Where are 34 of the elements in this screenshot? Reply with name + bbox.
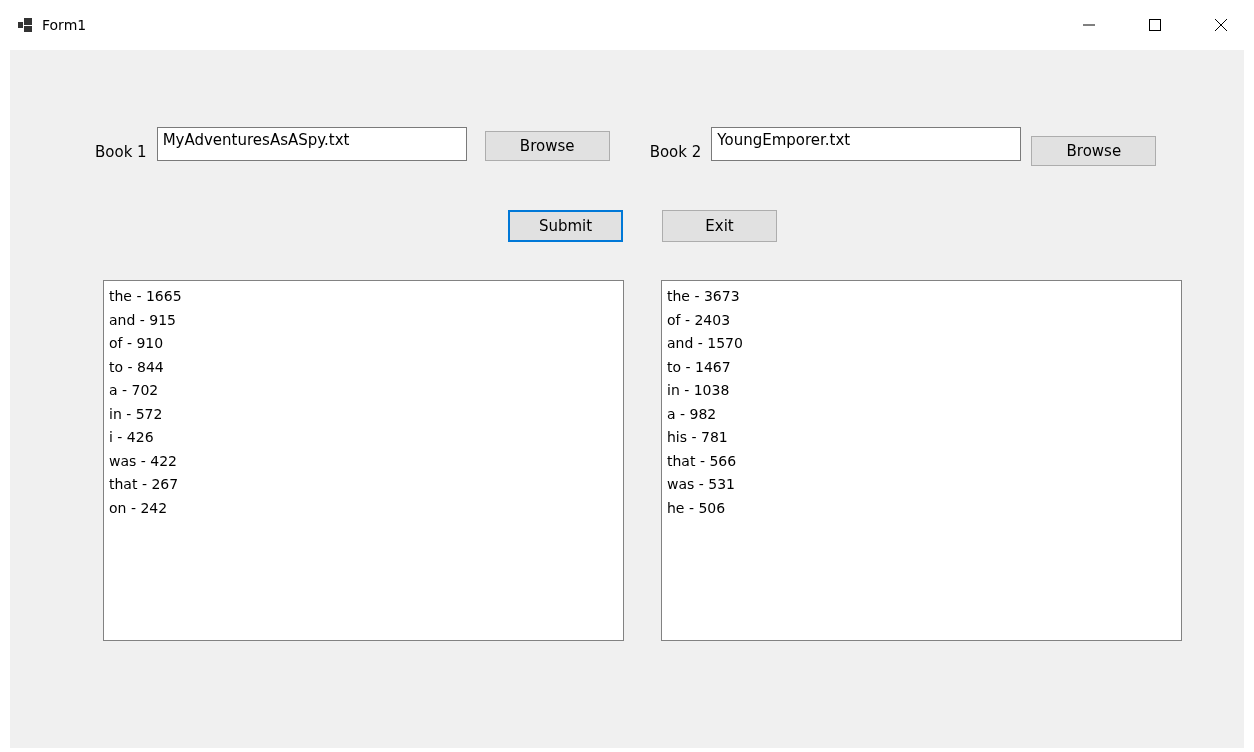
word-count-list[interactable]: the - 3673 of - 2403 and - 1570 to - 1467 in - 1038 a - 982 his - 781 that - 566 was - 531 he - 506	[661, 280, 1182, 641]
list-item[interactable]: and - 915	[109, 308, 618, 332]
close-icon	[1214, 18, 1228, 32]
list-item[interactable]: to - 844	[109, 355, 618, 379]
list-item[interactable]: he - 506	[667, 496, 1176, 520]
list-item[interactable]: in - 572	[109, 402, 618, 426]
list-item[interactable]: and - 1570	[667, 332, 1176, 356]
book-label: Book 2	[649, 143, 702, 161]
window-title: Form1	[42, 17, 87, 33]
file-path-field[interactable]: YoungEmporer.txt	[711, 127, 1022, 161]
list-item[interactable]: of - 910	[109, 332, 618, 356]
list-item[interactable]: the - 3673	[667, 285, 1176, 309]
list-item[interactable]: to - 1467	[667, 355, 1176, 379]
list-item[interactable]: i - 426	[109, 426, 618, 450]
book-label: Book 1	[95, 143, 147, 161]
list-item[interactable]: on - 242	[109, 496, 618, 520]
list-item[interactable]: a - 702	[109, 379, 618, 403]
list-item[interactable]: was - 422	[109, 449, 618, 473]
browse-button[interactable]: Browse	[484, 131, 610, 161]
list-item[interactable]: his - 781	[667, 426, 1176, 450]
submit-button[interactable]: Submit	[508, 210, 623, 242]
maximize-icon	[1148, 18, 1162, 32]
list-item[interactable]: in - 1038	[667, 379, 1176, 403]
file-path-field[interactable]: MyAdventuresAsASpy.txt	[156, 127, 467, 161]
list-item[interactable]: the - 1665	[109, 285, 618, 309]
list-item[interactable]: was - 531	[667, 473, 1176, 497]
list-item[interactable]: a - 982	[667, 402, 1176, 426]
list-item[interactable]: that - 267	[109, 473, 618, 497]
app-icon	[18, 18, 34, 32]
list-item[interactable]: that - 566	[667, 449, 1176, 473]
exit-button[interactable]: Exit	[662, 210, 777, 242]
browse-button[interactable]: Browse	[1031, 136, 1157, 166]
word-count-list[interactable]: the - 1665 and - 915 of - 910 to - 844 a - 702 in - 572 i - 426 was - 422 that - 267 on - 242	[103, 280, 624, 641]
list-item[interactable]: of - 2403	[667, 308, 1176, 332]
